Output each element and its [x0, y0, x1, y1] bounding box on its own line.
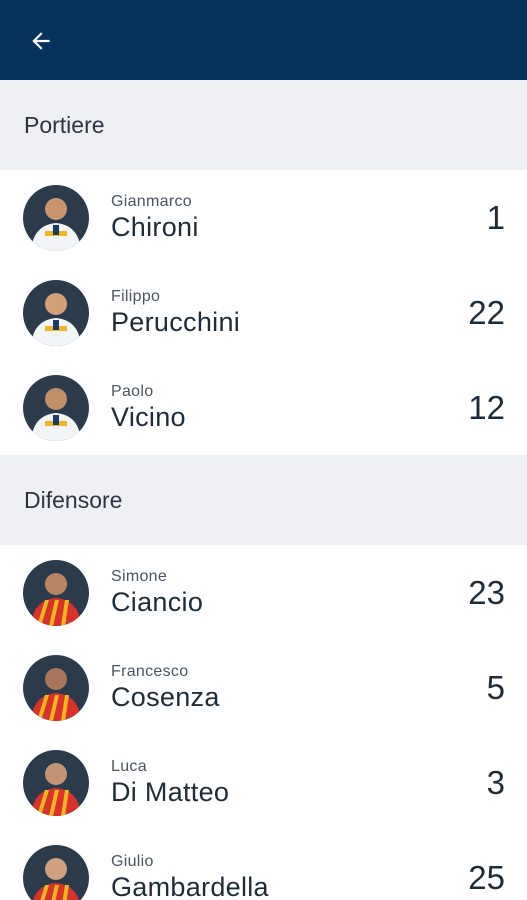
player-last-name: Di Matteo [111, 776, 230, 807]
roster-list: Portiere Gianmarco Chironi 1 Filippo Per… [0, 80, 527, 900]
section-header-difensore: Difensore [0, 455, 527, 545]
player-name: Gianmarco Chironi [111, 193, 445, 243]
player-avatar [23, 184, 89, 251]
player-first-name: Gianmarco [111, 192, 192, 210]
player-avatar [23, 654, 89, 721]
player-row[interactable]: Luca Di Matteo 3 [0, 735, 527, 830]
player-name: Francesco Cosenza [111, 663, 445, 713]
arrow-left-icon [32, 32, 50, 50]
player-first-name: Giulio [111, 852, 154, 870]
player-number: 22 [468, 293, 505, 331]
player-row[interactable]: Paolo Vicino 12 [0, 360, 527, 455]
app-bar [0, 0, 527, 80]
player-avatar [23, 374, 89, 441]
player-avatar [23, 279, 89, 346]
section-header-portiere: Portiere [0, 80, 527, 170]
player-last-name: Perucchini [111, 306, 241, 337]
player-last-name: Chironi [111, 211, 199, 242]
player-row[interactable]: Simone Ciancio 23 [0, 545, 527, 640]
player-first-name: Luca [111, 757, 147, 775]
player-name: Simone Ciancio [111, 568, 445, 618]
player-avatar [23, 749, 89, 816]
player-name: Filippo Perucchini [111, 288, 445, 338]
player-first-name: Francesco [111, 662, 189, 680]
player-number: 12 [468, 388, 505, 426]
player-name: Giulio Gambardella [111, 853, 445, 900]
player-name: Paolo Vicino [111, 383, 445, 433]
player-number: 5 [486, 668, 505, 706]
player-last-name: Cosenza [111, 681, 220, 712]
player-number: 3 [486, 763, 505, 801]
player-first-name: Simone [111, 567, 168, 585]
back-button[interactable] [22, 22, 60, 60]
player-avatar [23, 559, 89, 626]
player-row[interactable]: Giulio Gambardella 25 [0, 830, 527, 900]
player-row[interactable]: Francesco Cosenza 5 [0, 640, 527, 735]
player-row[interactable]: Gianmarco Chironi 1 [0, 170, 527, 265]
player-last-name: Gambardella [111, 871, 269, 900]
player-number: 1 [486, 198, 505, 236]
player-name: Luca Di Matteo [111, 758, 445, 808]
player-first-name: Paolo [111, 382, 154, 400]
player-number: 25 [468, 858, 505, 896]
player-avatar [23, 844, 89, 900]
player-last-name: Vicino [111, 401, 186, 432]
player-number: 23 [468, 573, 505, 611]
player-first-name: Filippo [111, 287, 161, 305]
player-row[interactable]: Filippo Perucchini 22 [0, 265, 527, 360]
player-last-name: Ciancio [111, 586, 204, 617]
